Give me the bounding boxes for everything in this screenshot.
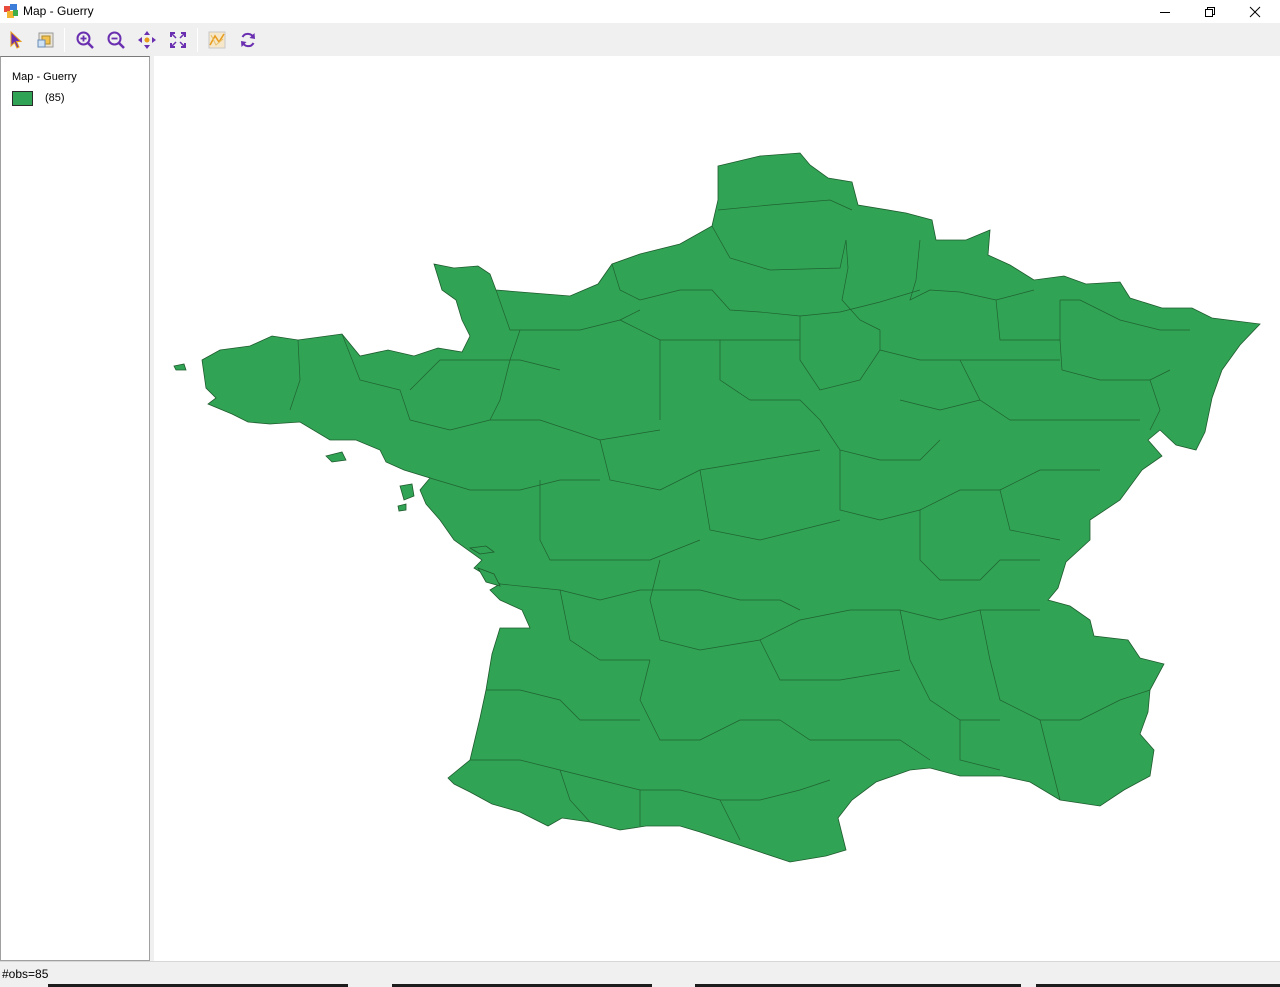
close-icon (1249, 6, 1261, 17)
france-departments-map (173, 152, 1261, 863)
refresh-icon (241, 32, 255, 48)
close-button[interactable] (1232, 0, 1278, 23)
minimize-button[interactable] (1142, 0, 1188, 23)
island-noirmoutier (399, 483, 415, 501)
select-tool-button[interactable] (4, 28, 28, 52)
window-title: Map - Guerry (23, 4, 94, 18)
toolbar-separator (197, 28, 198, 52)
legend-color-swatch[interactable] (12, 91, 33, 106)
refresh-button[interactable] (236, 28, 260, 52)
zoom-out-button[interactable] (104, 28, 128, 52)
restore-icon (1205, 6, 1215, 17)
status-obs-count: #obs=85 (2, 967, 49, 981)
zoom-out-icon (107, 31, 125, 49)
map-canvas[interactable] (154, 56, 1280, 961)
mainland-outline (201, 152, 1261, 863)
toolbar-separator (64, 28, 65, 52)
fit-extent-button[interactable] (166, 28, 190, 52)
full-extent-icon (170, 32, 186, 48)
map-layers-icon (208, 31, 226, 49)
map-options-button[interactable] (205, 28, 229, 52)
legend-title: Map - Guerry (12, 71, 77, 83)
restore-button[interactable] (1187, 0, 1233, 23)
zoom-in-button[interactable] (73, 28, 97, 52)
minimize-icon (1160, 11, 1170, 13)
legend-category-label: (85) (45, 92, 65, 104)
island-ouessant (173, 363, 187, 371)
app-icon (3, 3, 19, 19)
title-bar: Map - Guerry (0, 0, 1280, 23)
pan-button[interactable] (135, 28, 159, 52)
layer-select-icon (37, 32, 54, 48)
map-land (173, 152, 1261, 863)
pan-arrows-icon (138, 31, 156, 49)
island-belle-ile (325, 451, 347, 463)
arrow-pointer-icon (10, 30, 23, 49)
toolbar (0, 23, 1280, 56)
select-layer-tool-button[interactable] (34, 28, 58, 52)
legend-panel: Map - Guerry (85) (0, 56, 150, 961)
zoom-in-icon (76, 31, 94, 49)
island-yeu (397, 503, 407, 512)
